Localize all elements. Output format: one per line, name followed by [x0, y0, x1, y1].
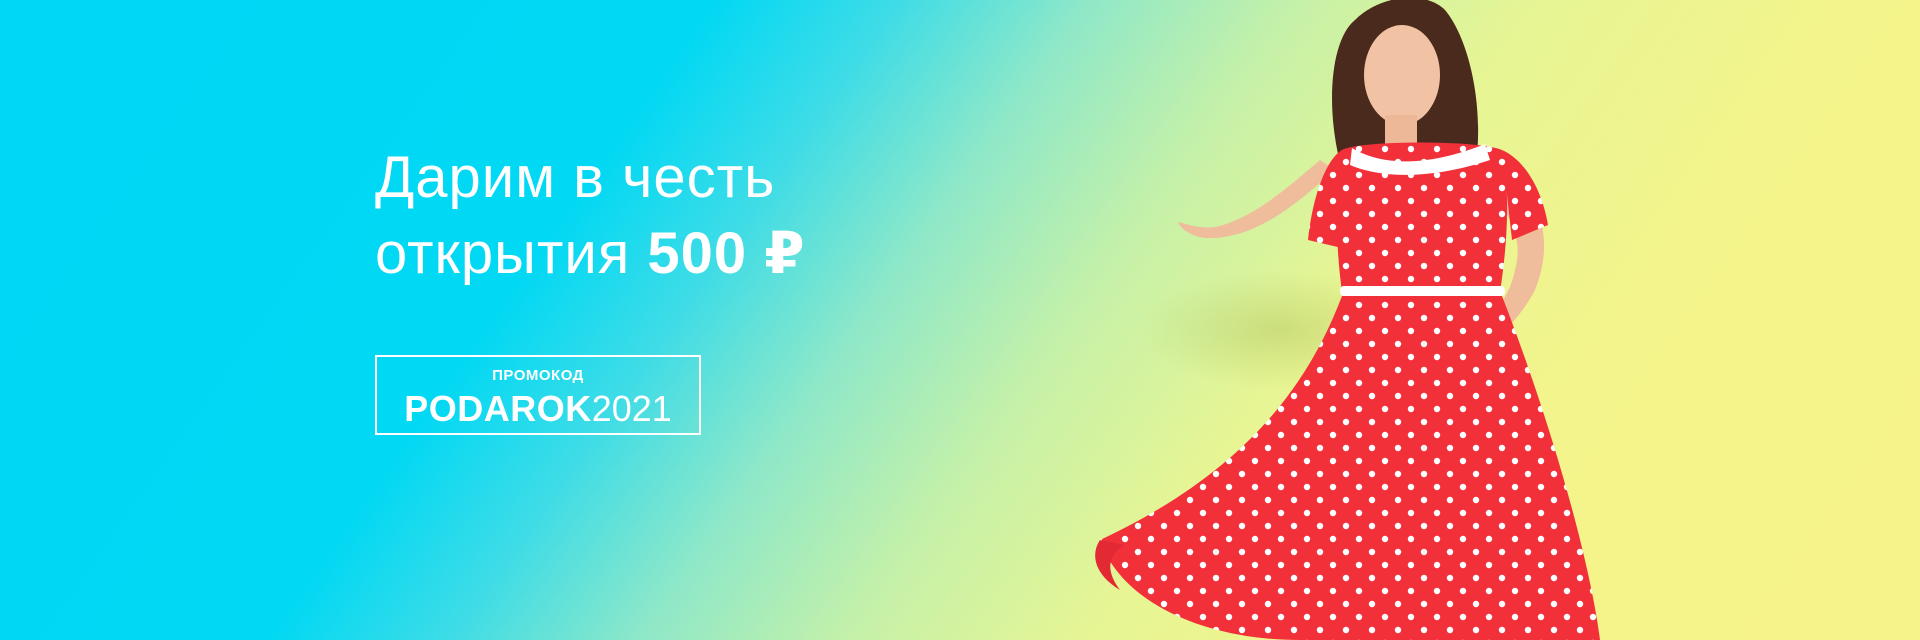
promo-code-box[interactable]: ПРОМОКОД PODAROK2021 [375, 355, 701, 435]
headline-line-2: открытия 500 ₽ [375, 216, 806, 292]
promo-code-word: PODAROK [404, 388, 592, 429]
promo-code-label: ПРОМОКОД [492, 367, 584, 384]
banner-headline: Дарим в честь открытия 500 ₽ [375, 140, 806, 292]
model-in-red-polka-dot-dress-image [1095, 0, 1600, 640]
discount-amount: 500 ₽ [647, 221, 806, 286]
promo-code: PODAROK2021 [377, 387, 699, 431]
headline-line-2-text: открытия [375, 221, 648, 286]
promo-banner[interactable]: Дарим в честь открытия 500 ₽ ПРОМОКОД PO… [0, 0, 1920, 640]
promo-code-year: 2021 [591, 388, 672, 429]
headline-line-1: Дарим в честь [375, 145, 776, 210]
